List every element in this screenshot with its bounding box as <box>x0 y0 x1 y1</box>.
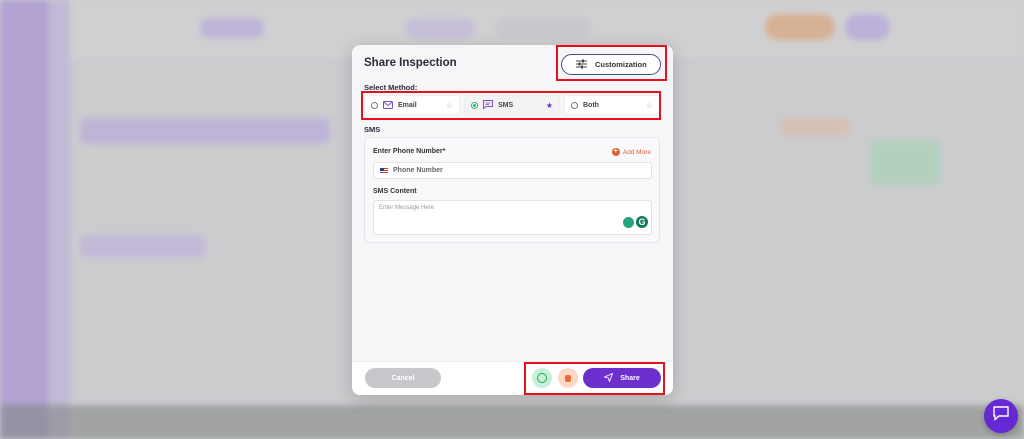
phone-number-input[interactable]: Phone Number <box>373 162 652 179</box>
highlight-share-actions <box>524 362 665 395</box>
location-pin-icon[interactable] <box>623 217 634 228</box>
cancel-button[interactable]: Cancel <box>365 368 441 388</box>
sms-card: Enter Phone Number* + Add More Phone Num… <box>364 137 660 243</box>
us-flag-icon[interactable] <box>380 167 388 174</box>
chat-icon <box>993 406 1009 426</box>
phone-placeholder: Phone Number <box>393 167 443 174</box>
chat-support-button[interactable] <box>984 399 1018 433</box>
add-more-label: Add More <box>622 148 651 156</box>
phone-number-label: Enter Phone Number* <box>373 148 446 155</box>
highlight-methods <box>361 91 661 120</box>
sms-content-label: SMS Content <box>373 188 417 195</box>
grammarly-icon[interactable]: G <box>636 216 648 228</box>
sms-content-textarea[interactable]: Enter Message Here G <box>373 200 652 235</box>
add-more-button[interactable]: + Add More <box>611 148 651 156</box>
sms-section-label: SMS <box>364 125 381 134</box>
highlight-customization <box>556 45 667 81</box>
modal-title: Share Inspection <box>364 57 457 69</box>
plus-icon: + <box>611 148 620 156</box>
share-inspection-modal: Share Inspection Customization Select Me… <box>352 45 673 395</box>
sms-content-placeholder: Enter Message Here <box>379 205 435 211</box>
modal-footer: Cancel Share <box>352 361 673 395</box>
